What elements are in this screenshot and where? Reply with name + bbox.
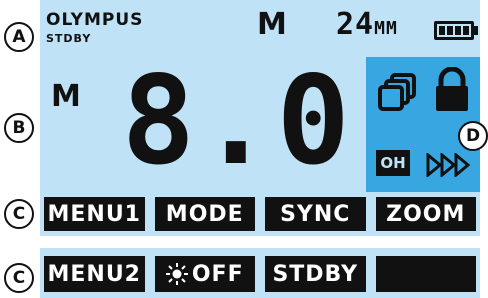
main-display: M 8.0 — [40, 51, 366, 192]
fast-forward-icon — [426, 153, 470, 177]
zoom-unit: MM — [374, 18, 398, 39]
softkey-row-2: MENU2 OFF STDBY — [40, 252, 480, 296]
battery-cap — [474, 26, 478, 35]
battery-cell — [455, 26, 461, 35]
callout-marker-a: A — [4, 22, 34, 52]
softkey-light-off[interactable]: OFF — [154, 256, 255, 292]
lock-icon — [436, 67, 468, 111]
zoom-readout: 24MM — [336, 7, 398, 42]
battery-cell — [447, 26, 453, 35]
copy-icon — [378, 73, 416, 111]
oh-badge: OH — [376, 150, 410, 176]
callout-marker-c-row1: C — [4, 199, 34, 229]
softkey-row-1: MENU1 MODE SYNC ZOOM — [40, 194, 480, 234]
brand-label: OLYMPUS — [46, 10, 144, 30]
lcd-header: OLYMPUS STDBY M 24MM — [40, 0, 480, 48]
callout-marker-c-row2: C — [4, 263, 34, 293]
sun-icon — [165, 263, 188, 285]
battery-cell — [439, 26, 445, 35]
callout-marker-b: B — [4, 113, 34, 143]
softkey-menu2[interactable]: MENU2 — [44, 256, 145, 292]
status-label: STDBY — [46, 32, 92, 45]
softkey-menu1[interactable]: MENU1 — [44, 197, 145, 231]
softkey-sync[interactable]: SYNC — [265, 197, 366, 231]
main-mode: M — [51, 79, 81, 114]
zoom-value: 24 — [336, 7, 375, 42]
callout-marker-d: D — [458, 121, 488, 151]
power-level: 8.0 — [121, 50, 354, 192]
softkey-zoom[interactable]: ZOOM — [375, 197, 476, 231]
softkey-light-off-label: OFF — [191, 261, 244, 287]
header-mode: M — [257, 7, 287, 42]
battery-icon — [434, 21, 474, 40]
battery-cell — [463, 26, 469, 35]
softkey-empty[interactable] — [375, 256, 476, 292]
softkey-mode[interactable]: MODE — [154, 197, 255, 231]
softkey-stdby[interactable]: STDBY — [265, 256, 366, 292]
